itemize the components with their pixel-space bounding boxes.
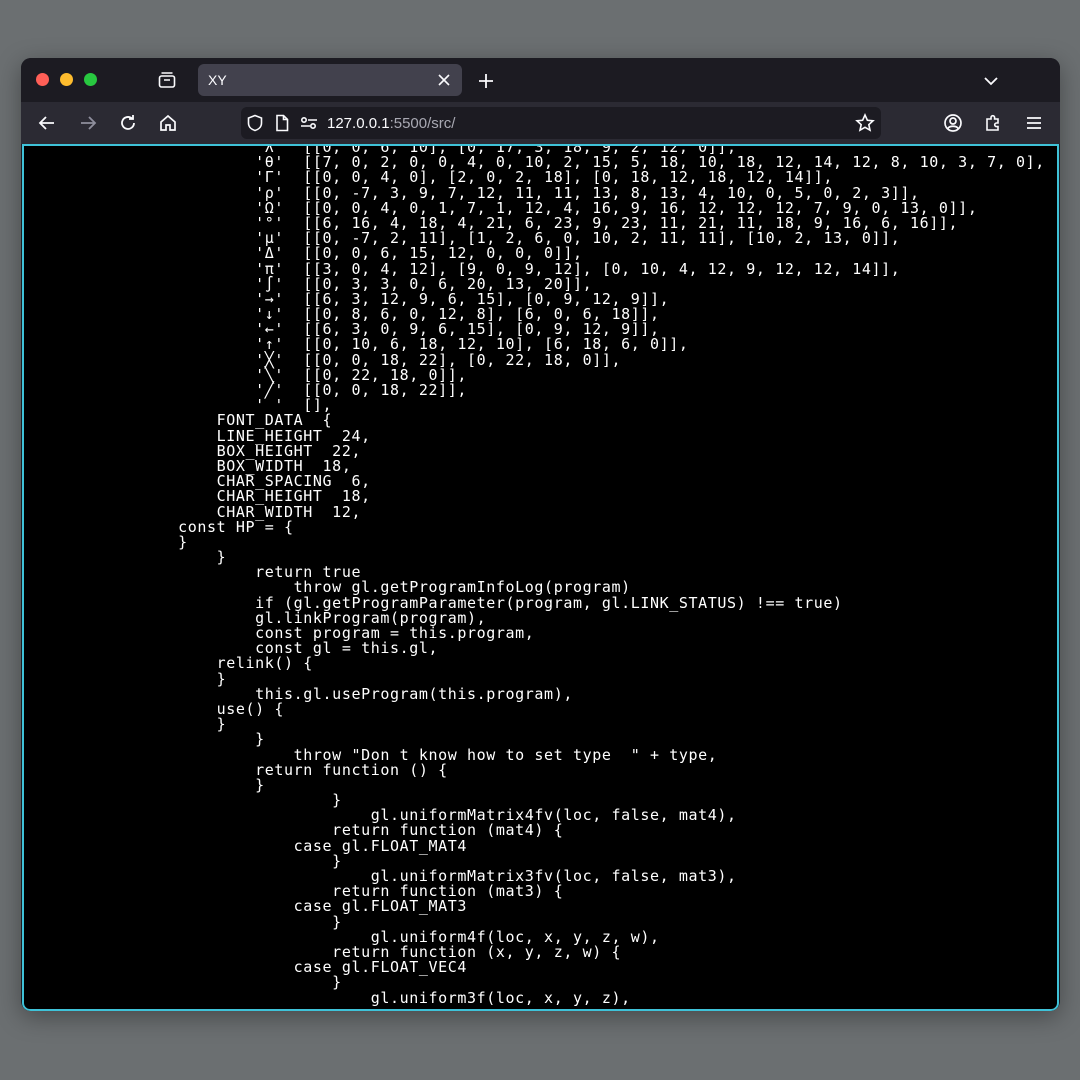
chevron-down-icon[interactable] [979,69,1003,93]
account-icon[interactable] [941,111,965,135]
tab-title: XY [208,72,227,88]
url-host: 127.0.0.1 [327,115,390,132]
tab-active[interactable]: XY [198,64,462,96]
url-bar[interactable]: 127.0.0.1:5500/src/ [241,107,881,139]
plus-icon[interactable] [474,69,498,93]
navigation-bar: 127.0.0.1:5500/src/ [21,102,1060,144]
shield-icon[interactable] [244,112,266,134]
zoom-window-button[interactable] [84,73,97,86]
url-text[interactable]: 127.0.0.1:5500/src/ [327,115,455,132]
tab-bar: XY [21,58,1060,102]
extensions-icon[interactable] [981,111,1005,135]
webgl-canvas[interactable]: 'λ' [[0, 0, 6, 10], [0, 17, 3, 18, 9, 2,… [22,144,1059,1011]
permissions-icon[interactable] [298,112,320,134]
star-icon[interactable] [854,112,876,134]
tab-view-icon[interactable] [155,68,179,92]
browser-window: XY 127.0.0.1:5500/src/ 'λ' [[0, 0, 6, 10… [21,58,1060,1011]
hamburger-menu-icon[interactable] [1022,111,1046,135]
back-arrow-icon[interactable] [35,111,59,135]
url-path: :5500/src/ [389,115,456,132]
home-icon[interactable] [156,111,180,135]
page-content: 'λ' [[0, 0, 6, 10], [0, 17, 3, 18, 9, 2,… [22,144,1059,1011]
close-icon[interactable] [434,70,454,90]
minimize-window-button[interactable] [60,73,73,86]
close-window-button[interactable] [36,73,49,86]
forward-arrow-icon[interactable] [76,111,100,135]
reload-icon[interactable] [116,111,140,135]
page-icon[interactable] [271,112,293,134]
code-text-render: 'λ' [[0, 0, 6, 10], [0, 17, 3, 18, 9, 2,… [24,146,1057,1007]
code-line: gl.uniform3f(loc, x, y, z), [24,988,631,1007]
